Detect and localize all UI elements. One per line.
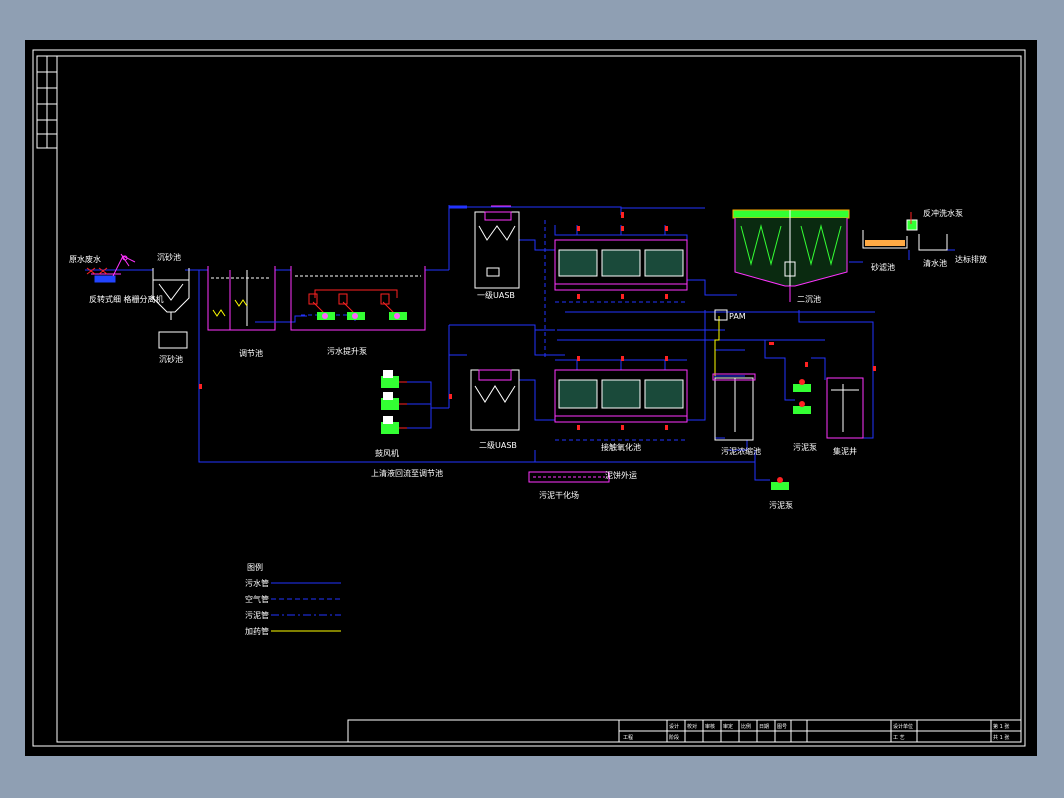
sludge-dewatering-bed: [528, 471, 610, 483]
label-pam: PAM: [729, 312, 746, 321]
process-labels: 原水废水 反转式细 格栅分离机 沉砂池 沉砂池 调节池 污水提升泵 一级UASB…: [69, 208, 987, 510]
label-blower: 鼓风机: [375, 448, 399, 458]
legend: 图例 污水管 空气管 污泥管 加药管: [245, 562, 341, 636]
lift-pump-tank: [290, 266, 426, 331]
legend-title: 图例: [247, 562, 263, 572]
tb-cell-5: 比例: [741, 723, 751, 730]
sludge-pump-b: [771, 477, 789, 490]
tb-cell-2: 校对: [687, 723, 697, 730]
blowers: [381, 370, 407, 434]
equalization-tank: [207, 266, 307, 331]
lift-pump-1: [308, 293, 335, 320]
contact-oxidation-2: [554, 369, 688, 423]
sand-trap: [152, 268, 190, 349]
uasb-2: [470, 369, 520, 431]
legend-label-2: 空气管: [245, 594, 269, 604]
label-lift-pump: 污水提升泵: [327, 346, 367, 356]
drawing-frame: [32, 49, 1026, 747]
label-sludge-well: 集泥井: [833, 446, 857, 456]
sludge-thickener: [712, 373, 756, 441]
label-uasb-1: 一级UASB: [477, 290, 515, 300]
label-cake-transport: 泥饼外运: [605, 470, 637, 480]
lift-pumps: [308, 289, 407, 320]
label-clear-water-tank: 清水池: [923, 258, 947, 268]
blower-1: [381, 370, 407, 388]
tb-cell-8: 工程: [623, 734, 633, 741]
inlet-valves: [86, 267, 108, 275]
drawing-viewport[interactable]: 设计 校对 审核 审定 比例 日期 图号 工程 阶段 设计单位 工 艺 第 1 …: [25, 40, 1037, 756]
uasb-1: [474, 205, 520, 289]
label-sand-trap-bottom: 沉砂池: [159, 354, 183, 364]
tb-right-bottom: 工 艺: [893, 735, 905, 741]
sludge-well: [826, 377, 864, 439]
label-return-note: 上清液回流至调节池: [371, 468, 443, 478]
lift-pump-2: [338, 293, 365, 320]
title-block: [347, 719, 1022, 743]
label-backwash-pump: 反冲洗水泵: [923, 208, 963, 218]
label-sludge-pump-a: 污泥泵: [793, 442, 817, 452]
blower-3: [381, 416, 407, 434]
label-raw-water: 原水废水: [69, 254, 101, 264]
label-rotary-screen: 反转式细 格栅分离机: [89, 294, 164, 304]
legend-label-1: 污水管: [245, 578, 269, 588]
tb-sheet-total: 共 1 张: [993, 734, 1009, 741]
secondary-clarifier: [732, 209, 850, 302]
label-sludge-pump-b: 污泥泵: [769, 500, 793, 510]
tb-cell-6: 日期: [759, 724, 769, 730]
process-flow-diagram: 设计 校对 审核 审定 比例 日期 图号 工程 阶段 设计单位 工 艺 第 1 …: [32, 49, 1026, 747]
label-sand-trap-top: 沉砂池: [157, 252, 181, 262]
tb-sheet: 第 1 张: [993, 723, 1009, 730]
label-discharge: 达标排放: [955, 254, 987, 264]
sludge-pump-a: [793, 379, 811, 414]
label-uasb-2: 二级UASB: [479, 440, 517, 450]
title-block-text: 设计 校对 审核 审定 比例 日期 图号 工程 阶段 设计单位 工 艺 第 1 …: [623, 723, 1009, 741]
label-contact-oxidation: 接触氧化池: [601, 442, 641, 452]
contact-oxidation-1: [554, 239, 688, 291]
tb-right-top: 设计单位: [893, 723, 913, 730]
label-sludge-thickener: 污泥浓缩池: [721, 446, 761, 456]
legend-label-4: 加药管: [245, 626, 269, 636]
tb-cell-4: 审定: [723, 723, 733, 730]
tb-cell-7: 图号: [777, 724, 787, 730]
dosing-pipes: [714, 316, 720, 376]
label-sand-filter: 砂滤池: [871, 262, 895, 272]
lift-pump-3: [380, 293, 407, 320]
label-sludge-dewatering: 污泥干化场: [539, 490, 579, 500]
tb-cell-1: 设计: [669, 723, 679, 730]
sand-filter: [862, 230, 908, 249]
tb-cell-9: 阶段: [669, 734, 679, 741]
label-secondary-clarifier: 二沉池: [797, 294, 821, 304]
label-equalization-tank: 调节池: [239, 348, 263, 358]
tb-cell-3: 审核: [705, 723, 715, 730]
legend-label-3: 污泥管: [245, 610, 269, 620]
blower-2: [381, 392, 407, 410]
